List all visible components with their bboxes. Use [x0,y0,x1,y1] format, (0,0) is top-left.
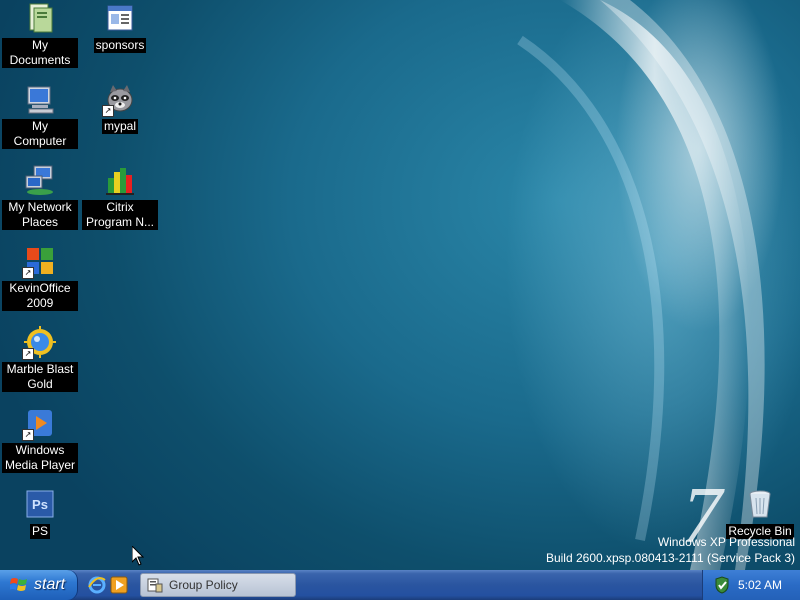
raccoon-icon: ↗ [102,83,136,117]
desktop-icon-windows-media-player[interactable]: ↗ Windows Media Player [2,407,78,473]
photoshop-icon: Ps [24,488,56,520]
desktop-icon-ps[interactable]: Ps PS [2,488,78,539]
desktop-icon-recycle-bin[interactable]: Recycle Bin [722,488,798,539]
desktop-icon-my-computer[interactable]: My Computer [2,83,78,149]
my-documents-icon [24,2,56,34]
desktop-icon-mypal[interactable]: ↗ mypal [82,83,158,134]
os-version-line1: Windows XP Professional [657,535,795,549]
shortcut-arrow-icon: ↗ [22,429,34,441]
desktop-icon-label: sponsors [93,38,147,53]
desktop-icon-label: My Computer [2,119,78,149]
start-label: start [34,576,66,593]
taskbar-button-group-policy[interactable]: Group Policy [140,573,296,597]
desktop-icon-my-network-places[interactable]: My Network Places [2,164,78,230]
shortcut-arrow-icon: ↗ [22,267,34,279]
mouse-cursor-icon [132,546,144,566]
windows-logo-icon [10,578,27,591]
office-icon: ↗ [22,245,56,279]
desktop-icon-label: My Network Places [2,200,78,230]
quick-launch-media-player-icon[interactable] [110,576,128,594]
taskbar-button-label: Group Policy [169,578,238,592]
security-shield-icon[interactable] [713,576,731,594]
internet-explorer-icon[interactable] [88,576,106,594]
group-policy-icon [147,578,163,593]
shortcut-arrow-icon: ↗ [22,348,34,360]
taskbar: start Group Policy 5:02 AM [0,570,800,600]
desktop-icon-label: Marble Blast Gold [2,362,78,392]
citrix-icon [104,164,136,196]
taskbar-clock[interactable]: 5:02 AM [738,578,782,592]
os-version-line2: Build 2600.xpsp.080413-2111 (Service Pac… [545,551,795,565]
recycle-bin-icon [744,488,776,520]
desktop-icon-label: My Documents [2,38,78,68]
network-places-icon [24,164,56,196]
media-player-icon: ↗ [22,407,56,441]
desktop[interactable]: My Documents sponsors My Computer ↗ mypa… [0,0,800,570]
desktop-icon-citrix-program[interactable]: Citrix Program N... [82,164,158,230]
marble-icon: ↗ [22,326,56,360]
desktop-icon-kevinoffice[interactable]: ↗ KevinOffice 2009 [2,245,78,311]
desktop-icon-label: KevinOffice 2009 [2,281,78,311]
desktop-icon-sponsors[interactable]: sponsors [82,2,158,53]
photoshop-glyph-text: Ps [32,497,48,512]
document-icon [104,2,136,34]
desktop-icon-marble-blast-gold[interactable]: ↗ Marble Blast Gold [2,326,78,392]
start-button[interactable]: start [0,570,78,600]
shortcut-arrow-icon: ↗ [102,105,114,117]
system-tray: 5:02 AM [702,570,800,600]
desktop-icon-label: Citrix Program N... [82,200,158,230]
desktop-icon-label: mypal [101,119,138,134]
desktop-icon-label: Windows Media Player [2,443,78,473]
os-version-watermark: Windows XP Professional Build 2600.xpsp.… [546,534,795,566]
desktop-icon-label: PS [29,524,50,539]
desktop-icon-my-documents[interactable]: My Documents [2,2,78,68]
my-computer-icon [24,83,56,115]
